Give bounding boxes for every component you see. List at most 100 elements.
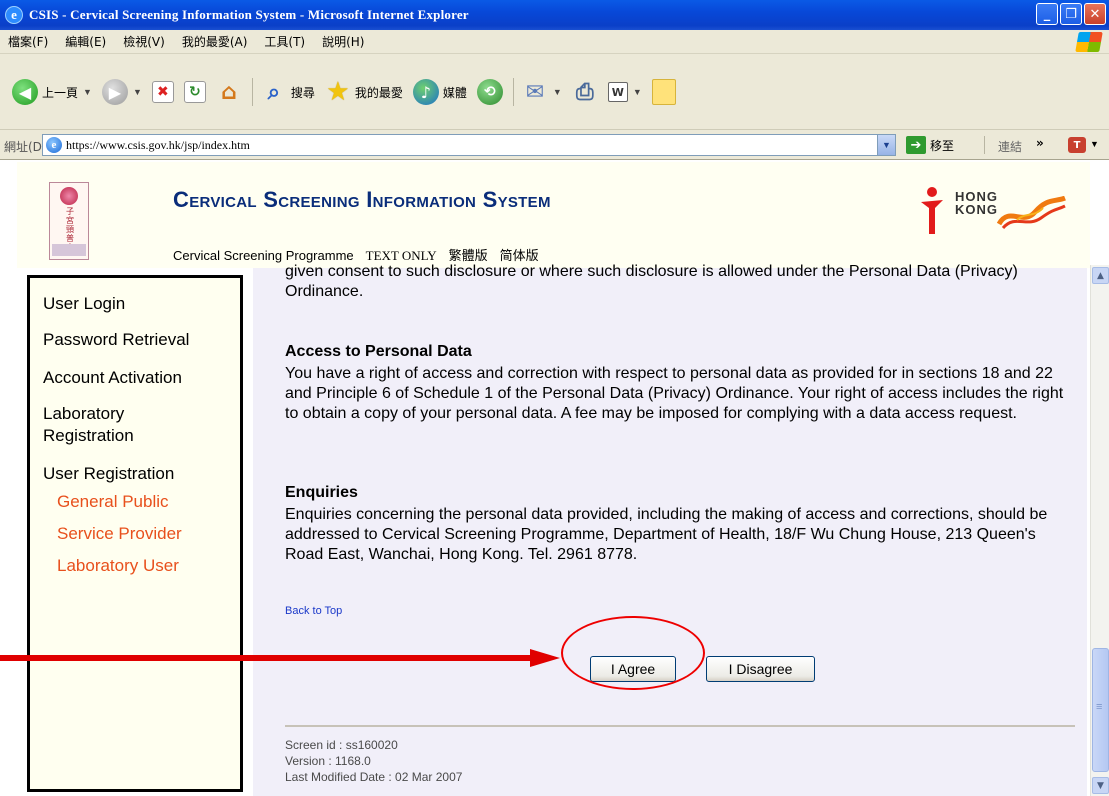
stop-button[interactable]: ✖ [151,81,174,103]
refresh-icon: ↻ [183,81,206,103]
footer-version: Version : 1168.0 [285,754,371,768]
back-dropdown-icon[interactable]: ▼ [83,87,92,97]
menu-help[interactable]: 說明(H) [322,33,364,50]
print-button[interactable]: ⎙ [572,79,598,105]
menu-edit[interactable]: 編輯(E) [65,33,106,50]
print-icon: ⎙ [576,79,594,105]
site-title: Cervical Screening Information System [173,187,551,212]
scrollbar-thumb[interactable] [1092,648,1109,772]
sidebar-item-laboratory-registration[interactable]: Laboratory Registration [43,403,183,447]
red-highlight-circle [561,616,705,690]
media-button[interactable]: ♪ 媒體 [412,79,467,105]
footer-divider [285,725,1075,727]
minimize-button[interactable]: _ [1036,3,1058,25]
dragon-icon [997,196,1066,230]
footer-screen-id: Screen id : ss160020 [285,738,398,752]
programme-link[interactable]: Cervical Screening Programme [173,248,354,263]
sidebar-item-user-registration[interactable]: User Registration [43,463,243,485]
access-section-title: Access to Personal Data [285,343,472,360]
links-chevron-icon[interactable]: » [1036,136,1044,150]
search-button[interactable]: ⌕ 搜尋 [261,79,315,105]
go-button[interactable]: ➔ 移至 [906,136,954,154]
site-header: 子宮頸普查 Cervical Screening Information Sys… [17,162,1090,268]
home-button[interactable]: ⌂ [216,79,242,105]
windows-logo-icon [1075,32,1103,52]
address-url[interactable]: https://www.csis.gov.hk/jsp/index.htm [66,138,250,153]
red-pointer-arrow-icon [0,649,560,667]
home-icon: ⌂ [220,79,237,105]
go-arrow-icon: ➔ [906,136,926,154]
internet-explorer-icon: e [5,6,23,24]
scroll-down-icon[interactable]: ▼ [1092,777,1109,794]
flower-emblem-icon [60,187,78,205]
forward-dropdown-icon[interactable]: ▼ [133,87,142,97]
search-label: 搜尋 [290,85,315,100]
maximize-button[interactable]: ❐ [1060,3,1082,25]
back-arrow-icon: ◀ [12,79,38,105]
sidebar-item-user-login[interactable]: User Login [43,293,243,315]
extension-dropdown-icon[interactable]: ▼ [1090,139,1099,149]
sidebar-item-account-activation[interactable]: Account Activation [43,367,243,389]
refresh-button[interactable]: ↻ [183,81,206,103]
sidebar-item-password-retrieval[interactable]: Password Retrieval [43,329,243,351]
window-controls: _ ❐ ✕ [1036,3,1106,25]
address-dropdown-icon[interactable]: ▼ [877,135,895,155]
close-button[interactable]: ✕ [1084,3,1106,25]
sidebar-subitem-laboratory-user[interactable]: Laboratory User [57,555,179,577]
address-label: 網址(D) [4,140,47,154]
notes-icon [651,79,676,105]
sidebar-subitem-general-public[interactable]: General Public [57,491,169,513]
sidebar-nav: User Login Password Retrieval Account Ac… [27,275,243,792]
hong-kong-wordmark: HONG KONG [955,189,998,217]
menu-tools[interactable]: 工具(T) [264,33,305,50]
forward-button[interactable]: ▶ ▼ [101,79,142,105]
red-figure-icon [921,187,943,234]
access-section-body: You have a right of access and correctio… [285,365,1064,422]
window-titlebar[interactable]: e CSIS - Cervical Screening Information … [0,0,1109,30]
browser-toolbar: ◀ 上一頁 ▼ ▶ ▼ ✖ ↻ ⌂ ⌕ 搜尋 ★ 我的最愛 ♪ 媒體 ⟲ ✉ ▼… [0,54,1109,130]
forward-arrow-icon: ▶ [101,79,128,105]
enquiries-section-body: Enquiries concerning the personal data p… [285,506,1048,563]
sidebar-subitem-service-provider[interactable]: Service Provider [57,523,182,545]
extension-icon[interactable]: T [1068,137,1086,153]
edit-dropdown-icon[interactable]: ▼ [633,87,642,97]
favorites-star-icon: ★ [326,77,350,107]
clipped-paragraph: given consent to such disclosure or wher… [285,263,1018,300]
history-icon: ⟲ [476,79,503,105]
csis-logo[interactable]: 子宮頸普查 [49,182,89,260]
address-input[interactable]: e https://www.csis.gov.hk/jsp/index.htm … [42,134,896,156]
back-to-top-link[interactable]: Back to Top [285,605,342,617]
links-button[interactable]: 連結 [998,138,1022,155]
menu-favorites[interactable]: 我的最愛(A) [182,33,248,50]
page-ie-icon: e [46,137,62,153]
vertical-scrollbar[interactable]: ▲ ▼ [1090,265,1109,796]
toolbar-separator [512,78,514,106]
enquiries-section-title: Enquiries [285,484,358,501]
media-icon: ♪ [412,79,439,105]
back-label: 上一頁 [42,85,79,100]
disagree-button[interactable]: I Disagree [706,656,815,682]
edit-button[interactable]: W ▼ [607,82,642,102]
mail-icon: ✉ [525,79,545,105]
edit-document-icon: W [607,82,628,102]
logo-base-icon [52,244,86,256]
menu-view[interactable]: 檢視(V) [123,33,165,50]
go-label: 移至 [930,138,955,153]
menu-bar: 檔案(F) 編輯(E) 檢視(V) 我的最愛(A) 工具(T) 說明(H) [0,30,1109,54]
history-button[interactable]: ⟲ [476,79,503,105]
address-bar: 網址(D) e https://www.csis.gov.hk/jsp/inde… [0,130,1109,160]
menu-file[interactable]: 檔案(F) [8,33,48,50]
notes-button[interactable] [651,79,676,105]
favorites-button[interactable]: ★ 我的最愛 [325,77,403,107]
mail-dropdown-icon[interactable]: ▼ [553,87,562,97]
search-icon: ⌕ [267,79,281,105]
scroll-up-icon[interactable]: ▲ [1092,267,1109,284]
window-title: CSIS - Cervical Screening Information Sy… [29,7,469,22]
mail-button[interactable]: ✉ ▼ [522,79,562,105]
media-label: 媒體 [442,85,467,100]
toolbar-separator [251,78,253,106]
back-button[interactable]: ◀ 上一頁 ▼ [12,79,92,105]
stop-icon: ✖ [151,81,174,103]
brand-hong-kong-logo[interactable]: HONG KONG [917,184,1067,244]
footer-last-modified: Last Modified Date : 02 Mar 2007 [285,770,463,784]
